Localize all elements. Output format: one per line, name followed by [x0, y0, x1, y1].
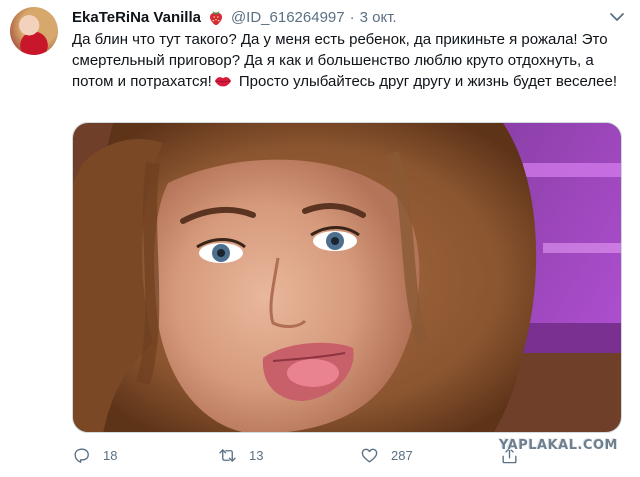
tweet-date[interactable]: 3 окт.: [360, 9, 397, 26]
author-avatar[interactable]: [10, 7, 58, 55]
photo-image: [73, 123, 621, 432]
tweet-photo[interactable]: [72, 122, 622, 433]
reply-button[interactable]: 18: [72, 440, 117, 470]
chevron-down-icon[interactable]: [608, 10, 626, 24]
author-display-name[interactable]: EkaTeRiNa Vanilla: [72, 9, 201, 26]
like-button[interactable]: 287: [360, 440, 413, 470]
reply-icon: [74, 447, 89, 463]
tweet: EkaTeRiNa Vanilla @ID_616264997 · 3 окт.…: [0, 0, 640, 477]
heart-icon: [361, 448, 378, 463]
strawberry-emoji-icon: [209, 10, 223, 26]
retweet-button[interactable]: 13: [218, 440, 263, 470]
retweet-count: 13: [249, 447, 264, 463]
tweet-text-part-2: Просто улыбайтесь друг другу и жизнь буд…: [234, 73, 617, 90]
reply-count: 18: [103, 447, 118, 463]
tweet-text: Да блин что тут такого? Да у меня есть р…: [72, 29, 628, 92]
tweet-header: EkaTeRiNa Vanilla @ID_616264997 · 3 окт.: [72, 6, 600, 28]
watermark: YAPLAKAL.COM: [499, 438, 618, 453]
author-handle[interactable]: @ID_616264997: [231, 9, 345, 26]
retweet-icon: [219, 448, 236, 462]
header-separator: ·: [349, 8, 355, 26]
like-count: 287: [391, 447, 413, 463]
lips-emoji-icon: [214, 77, 231, 87]
